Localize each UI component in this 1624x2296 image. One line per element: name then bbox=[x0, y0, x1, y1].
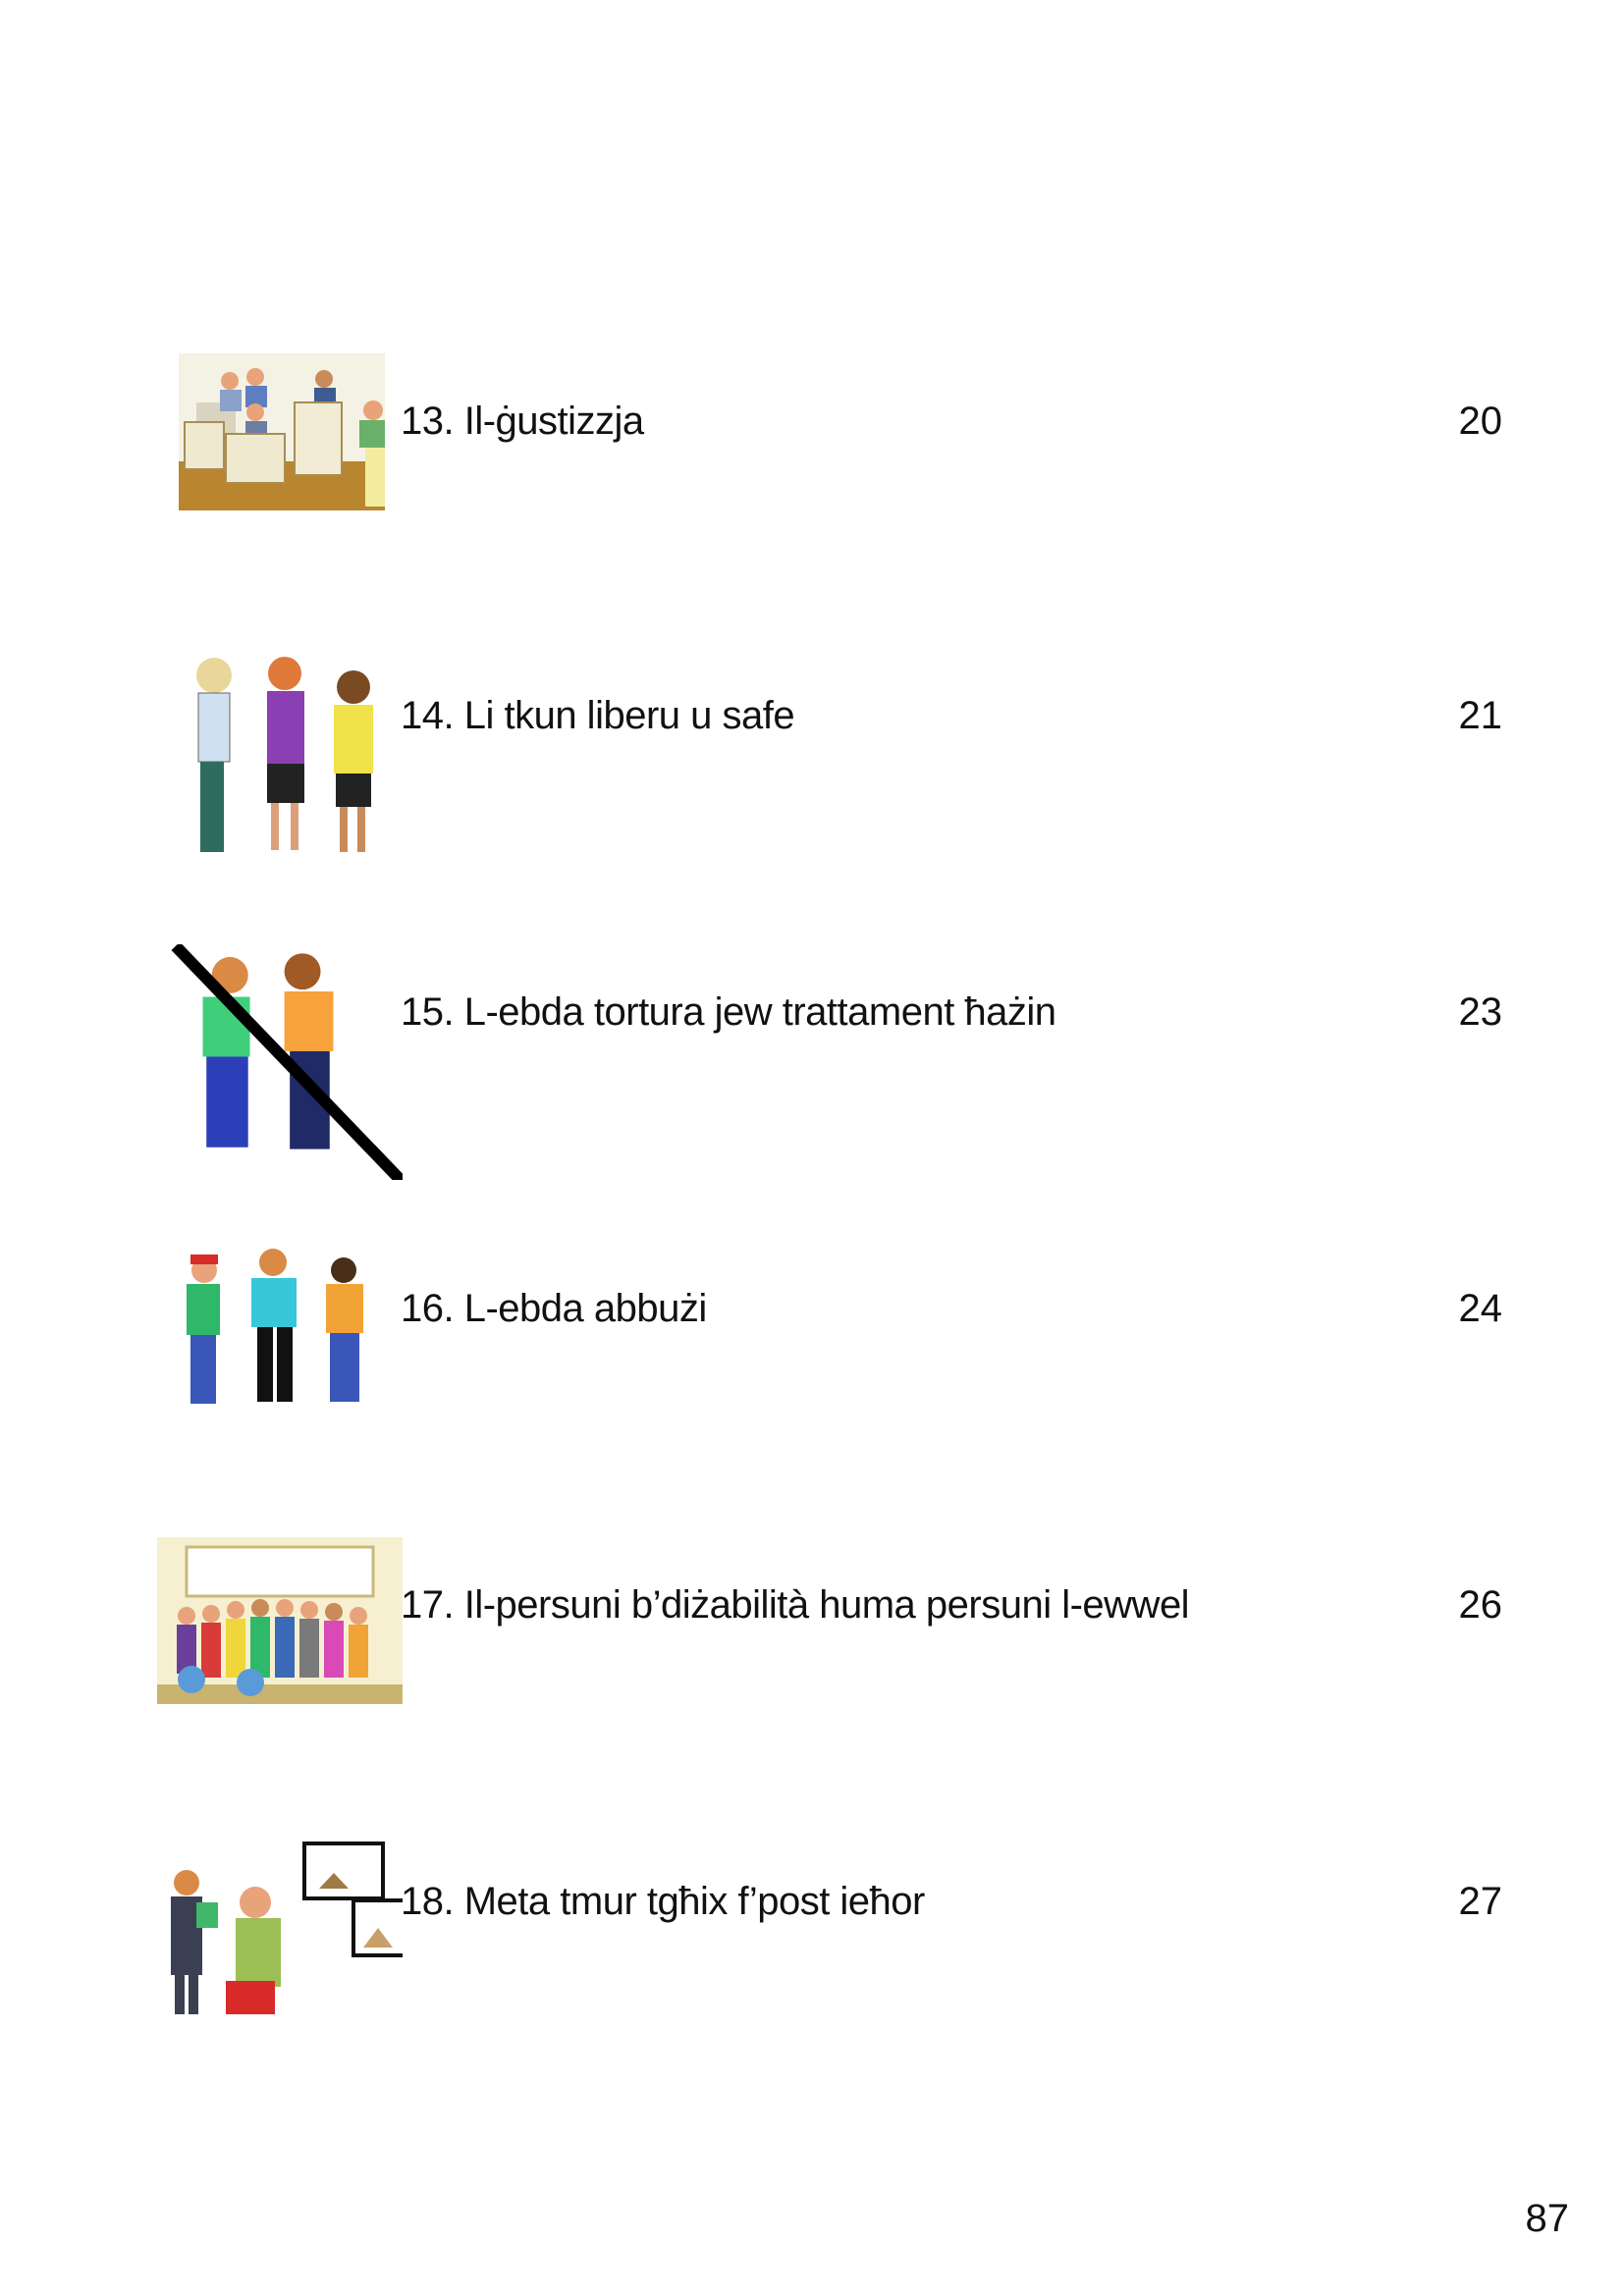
toc-entry-16[interactable]: 16. L-ebda abbużi 24 bbox=[157, 1241, 1512, 1476]
entry-title: 18. Meta tmur tgħix f’post ieħor bbox=[401, 1880, 925, 1923]
toc-entry-14[interactable]: 14. Li tkun liberu u safe 21 bbox=[157, 648, 1512, 883]
toc-entry-18[interactable]: 18. Meta tmur tgħix f’post ieħor 27 bbox=[157, 1834, 1512, 2069]
entry-page-number: 21 bbox=[1458, 694, 1503, 737]
footer-page-number: 87 bbox=[1525, 2197, 1570, 2240]
no-fighting-icon bbox=[157, 944, 403, 1180]
toc-entry-15[interactable]: 15. L-ebda tortura jew trattament ħażin … bbox=[157, 944, 1512, 1180]
moving-house-icon bbox=[157, 1834, 403, 2069]
courtroom-icon bbox=[157, 353, 403, 589]
entry-page-number: 23 bbox=[1458, 990, 1503, 1034]
entry-page-number: 20 bbox=[1458, 400, 1503, 443]
group-photo-icon bbox=[157, 1537, 403, 1773]
toc-entry-17[interactable]: 17. Il-persuni b’diżabilità huma persuni… bbox=[157, 1537, 1512, 1773]
people-group-icon bbox=[157, 648, 403, 883]
entry-title: 13. Il-ġustizzja bbox=[401, 400, 644, 443]
entry-title: 14. Li tkun liberu u safe bbox=[401, 694, 795, 737]
entry-page-number: 27 bbox=[1458, 1880, 1503, 1923]
entry-title: 17. Il-persuni b’diżabilità huma persuni… bbox=[401, 1583, 1190, 1627]
bullying-icon bbox=[157, 1241, 403, 1476]
entry-title: 15. L-ebda tortura jew trattament ħażin bbox=[401, 990, 1056, 1034]
entry-title: 16. L-ebda abbużi bbox=[401, 1287, 707, 1330]
toc-entry-13[interactable]: 13. Il-ġustizzja 20 bbox=[157, 353, 1512, 589]
entry-page-number: 26 bbox=[1458, 1583, 1503, 1627]
entry-page-number: 24 bbox=[1458, 1287, 1503, 1330]
